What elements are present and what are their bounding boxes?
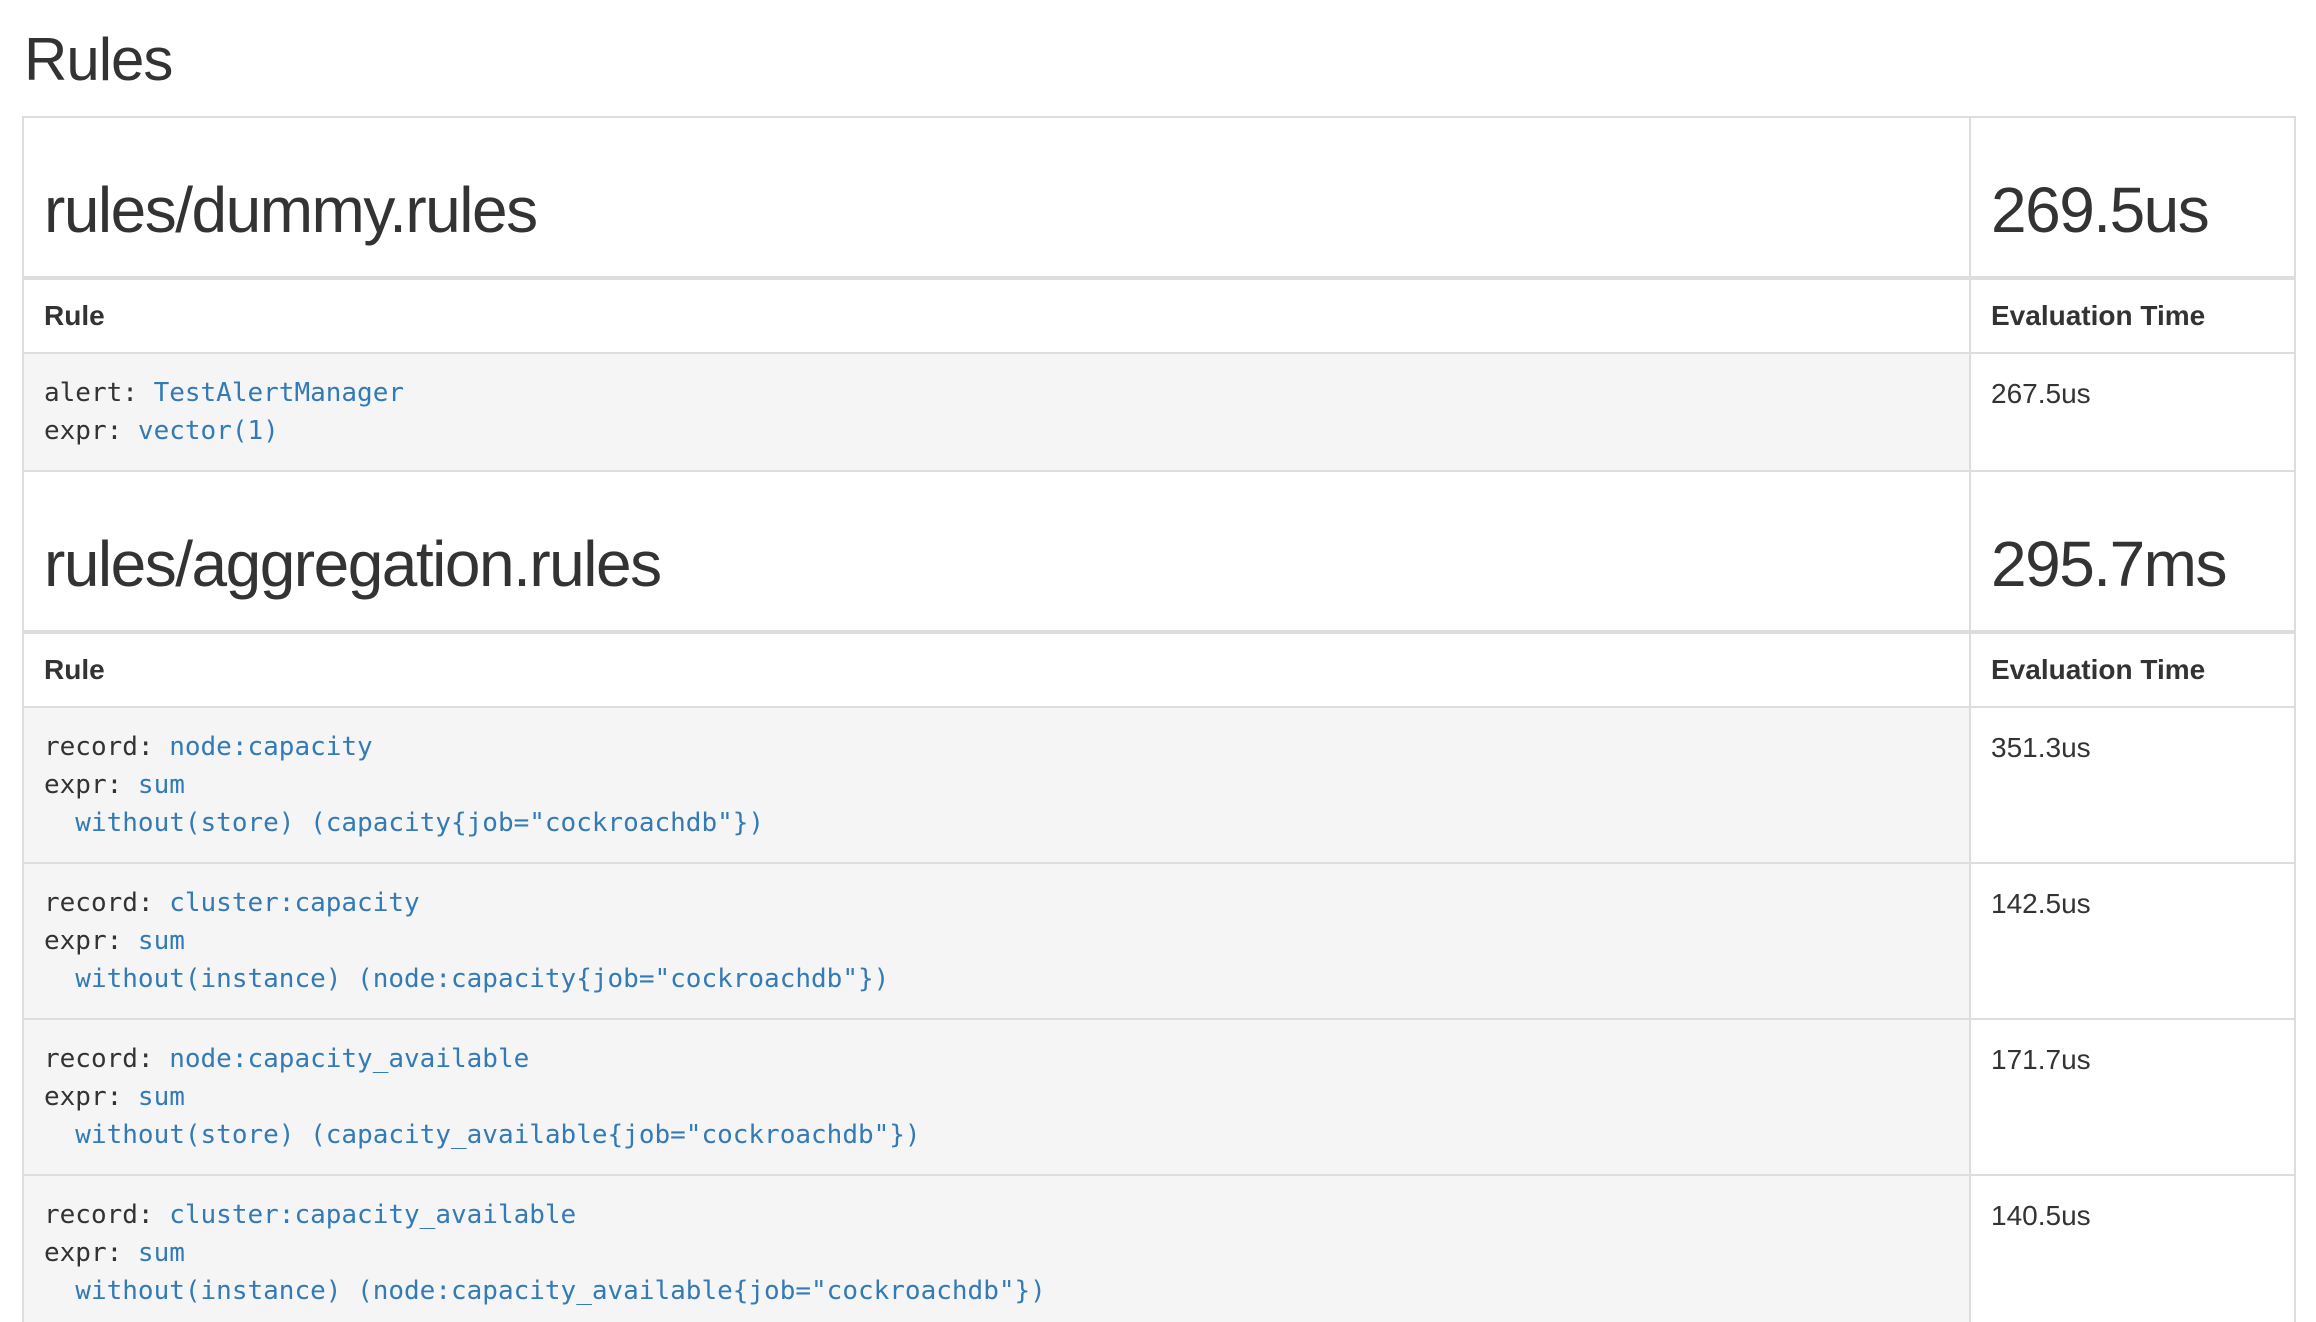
rule-group-total-eval-time: 269.5us bbox=[1991, 174, 2274, 246]
rule-eval-time: 351.3us bbox=[1970, 707, 2295, 863]
rule-definition: record: cluster:capacity_available expr: s… bbox=[44, 1196, 1949, 1310]
rule-name-link[interactable]: TestAlertManager bbox=[154, 378, 404, 408]
rules-page: Rules rules/dummy.rules 269.5us Rule Eva… bbox=[0, 30, 2316, 1322]
expr-label: expr: bbox=[44, 416, 122, 446]
expr-label: expr: bbox=[44, 926, 122, 956]
rule-definition: record: node:capacity expr: sum without(st… bbox=[44, 728, 1949, 842]
rule-group-file: rules/dummy.rules bbox=[44, 174, 1949, 246]
rule-group-total-eval-time: 295.7ms bbox=[1991, 528, 2274, 600]
table-row: record: cluster:capacity expr: sum without… bbox=[23, 863, 2295, 1019]
rule-type-label: record: bbox=[44, 732, 154, 762]
rule-group-header: rules/aggregation.rules 295.7ms bbox=[23, 471, 2295, 632]
rule-column-header: Rule bbox=[23, 278, 1970, 353]
rule-name-link[interactable]: node:capacity_available bbox=[169, 1044, 529, 1074]
rule-expr-link-continued[interactable]: without(instance) (node:capacity_availab… bbox=[44, 1276, 1046, 1306]
rule-type-label: record: bbox=[44, 1044, 154, 1074]
rule-group-file: rules/aggregation.rules bbox=[44, 528, 1949, 600]
rule-expr-link[interactable]: sum bbox=[138, 1082, 185, 1112]
rules-table: rules/dummy.rules 269.5us Rule Evaluatio… bbox=[22, 116, 2296, 1322]
rule-expr-link[interactable]: sum bbox=[138, 770, 185, 800]
column-header-row: Rule Evaluation Time bbox=[23, 632, 2295, 707]
rule-expr-link-continued[interactable]: without(instance) (node:capacity{job="co… bbox=[44, 964, 889, 994]
rule-name-link[interactable]: cluster:capacity_available bbox=[169, 1200, 576, 1230]
rule-eval-time: 142.5us bbox=[1970, 863, 2295, 1019]
expr-label: expr: bbox=[44, 770, 122, 800]
expr-label: expr: bbox=[44, 1238, 122, 1268]
table-row: record: node:capacity expr: sum without(st… bbox=[23, 707, 2295, 863]
rule-eval-time: 267.5us bbox=[1970, 353, 2295, 471]
rule-column-header: Rule bbox=[23, 632, 1970, 707]
column-header-row: Rule Evaluation Time bbox=[23, 278, 2295, 353]
rule-type-label: record: bbox=[44, 1200, 154, 1230]
rule-type-label: alert: bbox=[44, 378, 138, 408]
rule-name-link[interactable]: cluster:capacity bbox=[169, 888, 419, 918]
rule-expr-link[interactable]: sum bbox=[138, 926, 185, 956]
rule-eval-time: 140.5us bbox=[1970, 1175, 2295, 1322]
rule-expr-link-continued[interactable]: without(store) (capacity_available{job="… bbox=[44, 1120, 921, 1150]
table-row: record: cluster:capacity_available expr: s… bbox=[23, 1175, 2295, 1322]
rule-expr-link[interactable]: vector(1) bbox=[138, 416, 279, 446]
rule-expr-link-continued[interactable]: without(store) (capacity{job="cockroachd… bbox=[44, 808, 764, 838]
eval-time-column-header: Evaluation Time bbox=[1970, 278, 2295, 353]
page-title: Rules bbox=[24, 30, 2294, 90]
expr-label: expr: bbox=[44, 1082, 122, 1112]
eval-time-column-header: Evaluation Time bbox=[1970, 632, 2295, 707]
table-row: record:node:capacity_available expr:sum … bbox=[23, 1019, 2295, 1175]
rule-group-header: rules/dummy.rules 269.5us bbox=[23, 117, 2295, 278]
rule-eval-time: 171.7us bbox=[1970, 1019, 2295, 1175]
rule-type-label: record: bbox=[44, 888, 154, 918]
rule-definition: record: cluster:capacity expr: sum without… bbox=[44, 884, 1949, 998]
rule-name-link[interactable]: node:capacity bbox=[169, 732, 373, 762]
rule-expr-link[interactable]: sum bbox=[138, 1238, 185, 1268]
rule-definition: alert: TestAlertManager expr: vector(1) bbox=[44, 374, 1949, 450]
rule-definition: record:node:capacity_available expr:sum … bbox=[44, 1040, 1949, 1154]
table-row: alert: TestAlertManager expr: vector(1) 26… bbox=[23, 353, 2295, 471]
